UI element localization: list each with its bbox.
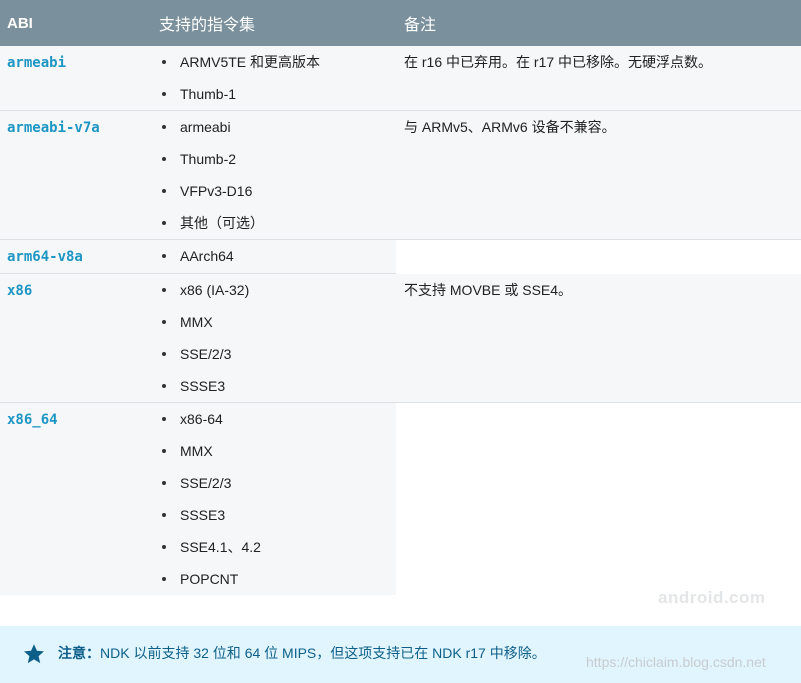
bullet-icon bbox=[162, 320, 166, 324]
notes-cell: 在 r16 中已弃用。在 r17 中已移除。无硬浮点数。 bbox=[396, 46, 801, 111]
bullet-icon bbox=[162, 545, 166, 549]
list-item: x86-64 bbox=[152, 403, 396, 435]
list-item: 其他（可选） bbox=[152, 207, 396, 239]
note-text: 与 ARMv5、ARMv6 设备不兼容。 bbox=[404, 119, 616, 135]
note-text: 在 r16 中已弃用。在 r17 中已移除。无硬浮点数。 bbox=[404, 54, 713, 70]
watermark-site: android.com bbox=[658, 588, 766, 607]
list-item: AArch64 bbox=[152, 240, 396, 272]
table-row: x86_64 x86-64 MMX SSE/2/3 SSSE3 SSE4.1、4.2 POP… bbox=[0, 402, 801, 595]
bullet-icon bbox=[162, 189, 166, 193]
list-item: Thumb-2 bbox=[152, 143, 396, 175]
instruction-text: SSE4.1、4.2 bbox=[180, 539, 261, 555]
instruction-text: SSE/2/3 bbox=[180, 346, 232, 362]
bullet-icon bbox=[162, 92, 166, 96]
table-row: x86 x86 (IA-32) MMX SSE/2/3 SSSE3 不支持 MOVBE 或… bbox=[0, 273, 801, 403]
list-item: Thumb-1 bbox=[152, 78, 396, 110]
instruction-list: x86-64 MMX SSE/2/3 SSSE3 SSE4.1、4.2 POPCNT bbox=[152, 403, 396, 595]
bullet-icon bbox=[162, 384, 166, 388]
page: ABI 支持的指令集 备注 armeabi ARMV5TE 和更高版本 Thumb-… bbox=[0, 0, 801, 683]
bullet-icon bbox=[162, 221, 166, 225]
instruction-text: VFPv3-D16 bbox=[180, 183, 253, 199]
bullet-icon bbox=[162, 157, 166, 161]
instruction-list: armeabi Thumb-2 VFPv3-D16 其他（可选） bbox=[152, 111, 396, 239]
notice-message: NDK 以前支持 32 位和 64 位 MIPS，但这项支持已在 NDK r17… bbox=[100, 645, 546, 661]
abi-cell: x86 bbox=[0, 273, 152, 403]
bullet-icon bbox=[162, 60, 166, 64]
list-item: SSE/2/3 bbox=[152, 338, 396, 370]
list-item: SSE4.1、4.2 bbox=[152, 531, 396, 563]
list-item: armeabi bbox=[152, 111, 396, 143]
bullet-icon bbox=[162, 417, 166, 421]
instructions-cell: x86-64 MMX SSE/2/3 SSSE3 SSE4.1、4.2 POPCNT bbox=[152, 402, 396, 595]
notice-text: 注意：NDK 以前支持 32 位和 64 位 MIPS，但这项支持已在 NDK … bbox=[58, 643, 546, 663]
bullet-icon bbox=[162, 513, 166, 517]
table-row: armeabi ARMV5TE 和更高版本 Thumb-1 在 r16 中已弃用。在 … bbox=[0, 46, 801, 111]
instruction-text: MMX bbox=[180, 443, 213, 459]
instruction-text: ARMV5TE 和更高版本 bbox=[180, 54, 321, 70]
instruction-text: x86-64 bbox=[180, 411, 223, 427]
bullet-icon bbox=[162, 288, 166, 292]
abi-name: arm64-v8a bbox=[7, 249, 83, 265]
notes-cell: 不支持 MOVBE 或 SSE4。 bbox=[396, 273, 801, 403]
watermark-url: https://chiclaim.blog.csdn.net bbox=[586, 654, 766, 670]
instruction-text: armeabi bbox=[180, 119, 231, 135]
list-item: SSSE3 bbox=[152, 370, 396, 402]
abi-name: x86_64 bbox=[7, 412, 58, 428]
list-item: x86 (IA-32) bbox=[152, 274, 396, 306]
header-row: ABI 支持的指令集 备注 bbox=[0, 0, 801, 46]
abi-name: armeabi-v7a bbox=[7, 120, 100, 136]
list-item: SSSE3 bbox=[152, 499, 396, 531]
list-item: MMX bbox=[152, 306, 396, 338]
list-item: MMX bbox=[152, 435, 396, 467]
instructions-cell: ARMV5TE 和更高版本 Thumb-1 bbox=[152, 46, 396, 111]
list-item: ARMV5TE 和更高版本 bbox=[152, 46, 396, 78]
instruction-text: 其他（可选） bbox=[180, 215, 264, 231]
list-item: POPCNT bbox=[152, 563, 396, 595]
abi-name: x86 bbox=[7, 283, 33, 299]
instruction-list: AArch64 bbox=[152, 240, 396, 272]
instruction-text: SSSE3 bbox=[180, 378, 226, 394]
header-instructions: 支持的指令集 bbox=[152, 0, 396, 46]
bullet-icon bbox=[162, 125, 166, 129]
abi-name: armeabi bbox=[7, 55, 67, 71]
instruction-text: POPCNT bbox=[180, 571, 239, 587]
header-notes: 备注 bbox=[396, 0, 801, 46]
abi-cell: x86_64 bbox=[0, 402, 152, 595]
bullet-icon bbox=[162, 352, 166, 356]
abi-cell: armeabi-v7a bbox=[0, 110, 152, 240]
bullet-icon bbox=[162, 254, 166, 258]
abi-table: ABI 支持的指令集 备注 armeabi ARMV5TE 和更高版本 Thumb-… bbox=[0, 0, 801, 595]
bullet-icon bbox=[162, 449, 166, 453]
bullet-icon bbox=[162, 577, 166, 581]
list-item: VFPv3-D16 bbox=[152, 175, 396, 207]
instruction-text: Thumb-1 bbox=[180, 86, 237, 102]
instruction-text: x86 (IA-32) bbox=[180, 282, 250, 298]
table-row: armeabi-v7a armeabi Thumb-2 VFPv3-D16 其他（可选）… bbox=[0, 110, 801, 240]
note-text: 不支持 MOVBE 或 SSE4。 bbox=[404, 281, 573, 298]
instruction-text: Thumb-2 bbox=[180, 151, 237, 167]
star-icon bbox=[24, 644, 44, 664]
instructions-cell: armeabi Thumb-2 VFPv3-D16 其他（可选） bbox=[152, 110, 396, 240]
notes-cell bbox=[396, 239, 801, 274]
list-item: SSE/2/3 bbox=[152, 467, 396, 499]
table-row: arm64-v8a AArch64 bbox=[0, 239, 801, 274]
notice-label: 注意： bbox=[58, 645, 100, 661]
table-body: armeabi ARMV5TE 和更高版本 Thumb-1 在 r16 中已弃用。在 … bbox=[0, 46, 801, 595]
instructions-cell: AArch64 bbox=[152, 239, 396, 274]
notes-cell bbox=[396, 402, 801, 595]
abi-cell: arm64-v8a bbox=[0, 239, 152, 274]
table-header: ABI 支持的指令集 备注 bbox=[0, 0, 801, 46]
instruction-list: ARMV5TE 和更高版本 Thumb-1 bbox=[152, 46, 396, 110]
instructions-cell: x86 (IA-32) MMX SSE/2/3 SSSE3 bbox=[152, 273, 396, 403]
instruction-list: x86 (IA-32) MMX SSE/2/3 SSSE3 bbox=[152, 274, 396, 402]
instruction-text: SSE/2/3 bbox=[180, 475, 232, 491]
bullet-icon bbox=[162, 481, 166, 485]
abi-cell: armeabi bbox=[0, 46, 152, 111]
instruction-text: SSSE3 bbox=[180, 507, 226, 523]
instruction-text: AArch64 bbox=[180, 248, 234, 264]
instruction-text: MMX bbox=[180, 314, 213, 330]
header-abi: ABI bbox=[0, 0, 152, 46]
notes-cell: 与 ARMv5、ARMv6 设备不兼容。 bbox=[396, 110, 801, 240]
